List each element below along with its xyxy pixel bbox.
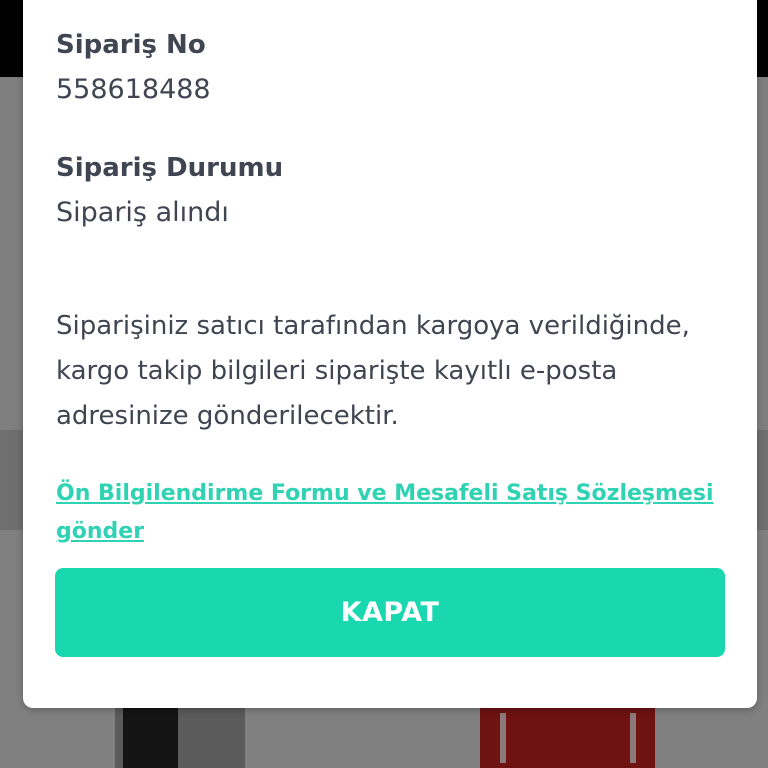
order-number-value: 558618488 [56,74,211,105]
product-stripe [500,713,506,763]
product-image-detail [123,705,178,768]
order-status-value: Sipariş alındı [56,197,229,228]
send-contract-link[interactable]: Ön Bilgilendirme Formu ve Mesafeli Satış… [56,475,736,551]
product-stripe [630,713,636,763]
close-button[interactable]: KAPAT [55,568,725,657]
product-image-shorts-red [480,705,655,768]
order-status-label: Sipariş Durumu [56,153,284,183]
product-image-shorts-black [115,705,245,768]
order-number-label: Sipariş No [56,30,206,60]
shipping-info-text: Siparişiniz satıcı tarafından kargoya ve… [56,311,690,431]
order-info-modal: Sipariş No 558618488 Sipariş Durumu Sipa… [23,0,757,708]
